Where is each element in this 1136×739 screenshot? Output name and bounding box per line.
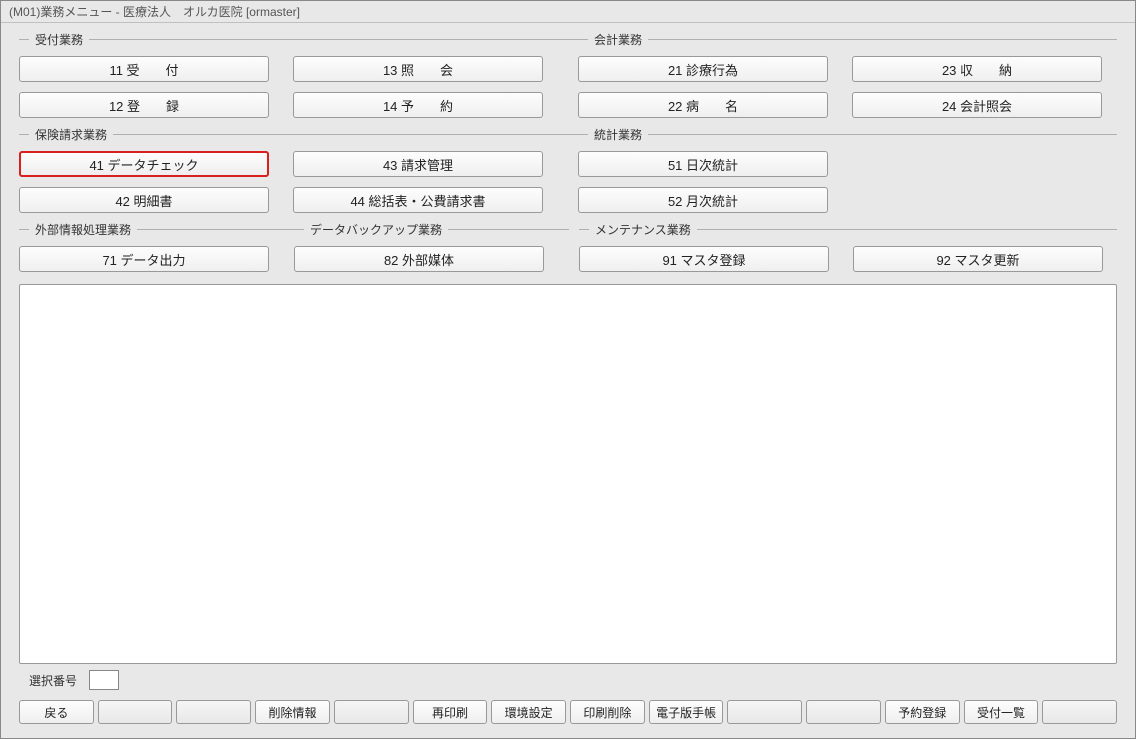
- group-statistics: 統計業務 51 日次統計 52 月次統計: [578, 126, 1117, 219]
- btn-reprint[interactable]: 再印刷: [413, 700, 488, 724]
- btn-91-master-register[interactable]: 91 マスタ登録: [579, 246, 829, 272]
- btn-empty-2[interactable]: [176, 700, 251, 724]
- group-maintenance: メンテナンス業務 91 マスタ登録 92 マスタ更新: [579, 221, 1117, 278]
- window-titlebar: (M01)業務メニュー - 医療法人 オルカ医院 [ormaster]: [1, 1, 1135, 23]
- btn-24-account-inquiry[interactable]: 24 会計照会: [852, 92, 1102, 118]
- message-area[interactable]: [19, 284, 1117, 664]
- group-insurance: 保険請求業務 41 データチェック 43 請求管理 42 明細書 44 総括表・…: [19, 126, 578, 219]
- btn-41-data-check[interactable]: 41 データチェック: [19, 151, 269, 177]
- btn-empty-5[interactable]: [806, 700, 881, 724]
- legend-maintenance: メンテナンス業務: [589, 221, 697, 238]
- btn-52-monthly-stats[interactable]: 52 月次統計: [578, 187, 828, 213]
- legend-statistics: 統計業務: [588, 126, 648, 143]
- btn-reception-list[interactable]: 受付一覧: [964, 700, 1039, 724]
- btn-51-daily-stats[interactable]: 51 日次統計: [578, 151, 828, 177]
- btn-82-external-media[interactable]: 82 外部媒体: [294, 246, 544, 272]
- btn-44-summary[interactable]: 44 総括表・公費請求書: [293, 187, 543, 213]
- btn-env-settings[interactable]: 環境設定: [491, 700, 566, 724]
- btn-42-statement[interactable]: 42 明細書: [19, 187, 269, 213]
- btn-11-reception[interactable]: 11 受 付: [19, 56, 269, 82]
- btn-43-billing-mgmt[interactable]: 43 請求管理: [293, 151, 543, 177]
- btn-empty-1[interactable]: [98, 700, 173, 724]
- btn-21-treatment[interactable]: 21 診療行為: [578, 56, 828, 82]
- btn-empty-3[interactable]: [334, 700, 409, 724]
- bottom-toolbar: 戻る 削除情報 再印刷 環境設定 印刷削除 電子版手帳 予約登録 受付一覧: [19, 700, 1117, 730]
- legend-insurance: 保険請求業務: [29, 126, 113, 143]
- btn-empty-6[interactable]: [1042, 700, 1117, 724]
- btn-print-delete[interactable]: 印刷削除: [570, 700, 645, 724]
- btn-12-register[interactable]: 12 登 録: [19, 92, 269, 118]
- legend-backup: データバックアップ業務: [304, 221, 448, 238]
- btn-22-disease[interactable]: 22 病 名: [578, 92, 828, 118]
- btn-reserve-register[interactable]: 予約登録: [885, 700, 960, 724]
- group-backup: データバックアップ業務 82 外部媒体: [294, 221, 569, 278]
- btn-empty-4[interactable]: [727, 700, 802, 724]
- btn-ebook[interactable]: 電子版手帳: [649, 700, 724, 724]
- select-number-label: 選択番号: [29, 672, 77, 689]
- group-reception: 受付業務 11 受 付 13 照 会 12 登 録 14 予 約: [19, 31, 578, 124]
- btn-92-master-update[interactable]: 92 マスタ更新: [853, 246, 1103, 272]
- btn-13-inquiry[interactable]: 13 照 会: [293, 56, 543, 82]
- btn-23-receipt[interactable]: 23 収 納: [852, 56, 1102, 82]
- legend-accounting: 会計業務: [588, 31, 648, 48]
- legend-reception: 受付業務: [29, 31, 89, 48]
- group-external: 外部情報処理業務 71 データ出力: [19, 221, 294, 278]
- group-accounting: 会計業務 21 診療行為 23 収 納 22 病 名 24 会計照会: [578, 31, 1117, 124]
- btn-14-reserve[interactable]: 14 予 約: [293, 92, 543, 118]
- btn-71-data-output[interactable]: 71 データ出力: [19, 246, 269, 272]
- btn-delete-info[interactable]: 削除情報: [255, 700, 330, 724]
- select-number-input[interactable]: [89, 670, 119, 690]
- legend-external: 外部情報処理業務: [29, 221, 137, 238]
- window-title: (M01)業務メニュー - 医療法人 オルカ医院 [ormaster]: [9, 3, 300, 20]
- btn-back[interactable]: 戻る: [19, 700, 94, 724]
